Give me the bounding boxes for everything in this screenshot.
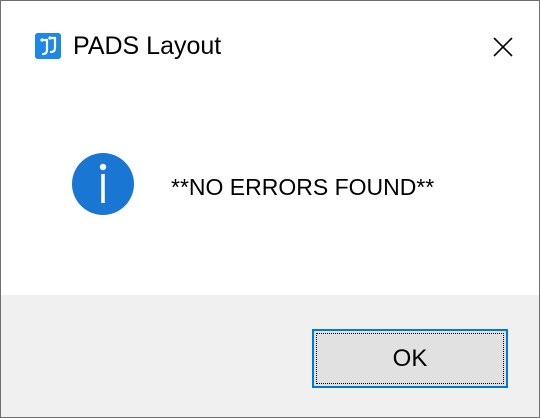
close-button[interactable] xyxy=(481,25,525,69)
message-area: **NO ERRORS FOUND** xyxy=(1,93,539,295)
title-bar[interactable]: PADS Layout xyxy=(1,1,539,93)
window-title: PADS Layout xyxy=(73,32,222,60)
pads-app-icon xyxy=(35,33,61,59)
ok-button-label: OK xyxy=(316,333,504,384)
info-icon-glyph xyxy=(72,153,134,215)
ok-button[interactable]: OK xyxy=(312,329,508,388)
message-text: **NO ERRORS FOUND** xyxy=(171,174,435,200)
button-bar: OK xyxy=(1,295,539,417)
close-icon xyxy=(493,37,513,57)
pads-app-icon-glyph xyxy=(35,33,61,59)
message-dialog: PADS Layout **NO ERRORS FOUND** OK xyxy=(0,0,540,418)
info-icon xyxy=(71,152,135,216)
